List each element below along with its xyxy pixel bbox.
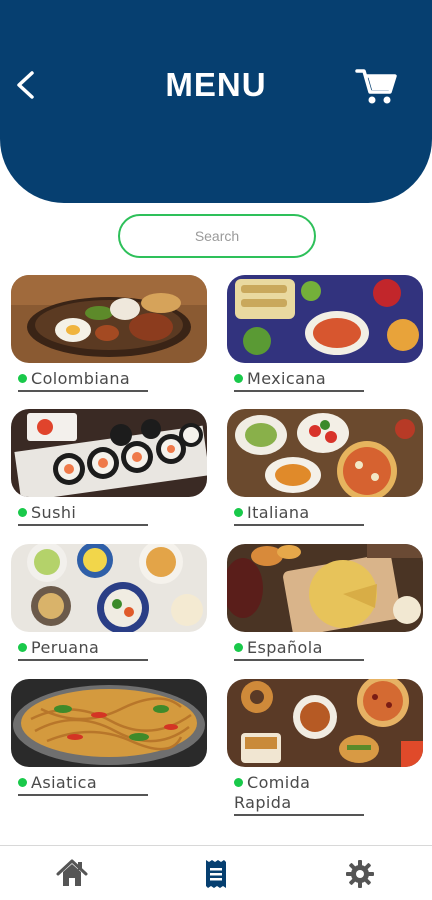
status-dot	[234, 508, 243, 517]
status-dot	[234, 374, 243, 383]
category-card-colombiana[interactable]: Colombiana	[11, 275, 207, 392]
search-input[interactable]	[132, 228, 302, 244]
status-dot	[18, 374, 27, 383]
search-box	[118, 214, 316, 258]
status-dot	[234, 643, 243, 652]
category-card-mexicana[interactable]: Mexicana	[227, 275, 423, 392]
category-label-row: Sushi	[18, 503, 148, 526]
mexicana-photo	[227, 275, 423, 363]
nav-menu[interactable]	[200, 858, 232, 890]
category-label: Española	[247, 638, 323, 657]
category-card-comida-rapida[interactable]: Comida Rapida	[227, 679, 423, 816]
category-label: Mexicana	[247, 369, 327, 388]
category-label-row: Mexicana	[234, 369, 364, 392]
sushi-photo	[11, 409, 207, 497]
peruana-photo	[11, 544, 207, 632]
status-dot	[18, 508, 27, 517]
category-label: Sushi	[31, 503, 77, 522]
category-card-italiana[interactable]: Italiana	[227, 409, 423, 526]
category-label: Comida Rapida	[234, 773, 311, 812]
category-card-asiatica[interactable]: Asiatica	[11, 679, 207, 796]
cart-icon	[355, 69, 397, 104]
category-label: Colombiana	[31, 369, 131, 388]
nav-settings[interactable]	[344, 858, 376, 890]
colombiana-photo	[11, 275, 207, 363]
nav-home[interactable]	[56, 858, 88, 890]
italiana-photo	[227, 409, 423, 497]
home-icon	[56, 859, 88, 886]
status-dot	[234, 778, 243, 787]
app-header: MENU	[0, 0, 432, 203]
category-label: Peruana	[31, 638, 100, 657]
asiatica-photo	[11, 679, 207, 767]
category-label-row: Peruana	[18, 638, 148, 661]
status-dot	[18, 643, 27, 652]
category-card-espanola[interactable]: Española	[227, 544, 423, 661]
category-label-row: Española	[234, 638, 364, 661]
category-label-row: Colombiana	[18, 369, 148, 392]
cart-button[interactable]	[355, 66, 397, 106]
category-label-row: Comida Rapida	[234, 773, 364, 816]
category-card-peruana[interactable]: Peruana	[11, 544, 207, 661]
espanola-photo	[227, 544, 423, 632]
bottom-navigation	[0, 845, 432, 900]
category-label: Asiatica	[31, 773, 98, 792]
receipt-icon	[206, 860, 226, 888]
status-dot	[18, 778, 27, 787]
category-label: Italiana	[247, 503, 310, 522]
category-label-row: Asiatica	[18, 773, 148, 796]
comida-rapida-photo	[227, 679, 423, 767]
gear-icon	[346, 860, 374, 888]
category-label-row: Italiana	[234, 503, 364, 526]
category-card-sushi[interactable]: Sushi	[11, 409, 207, 526]
